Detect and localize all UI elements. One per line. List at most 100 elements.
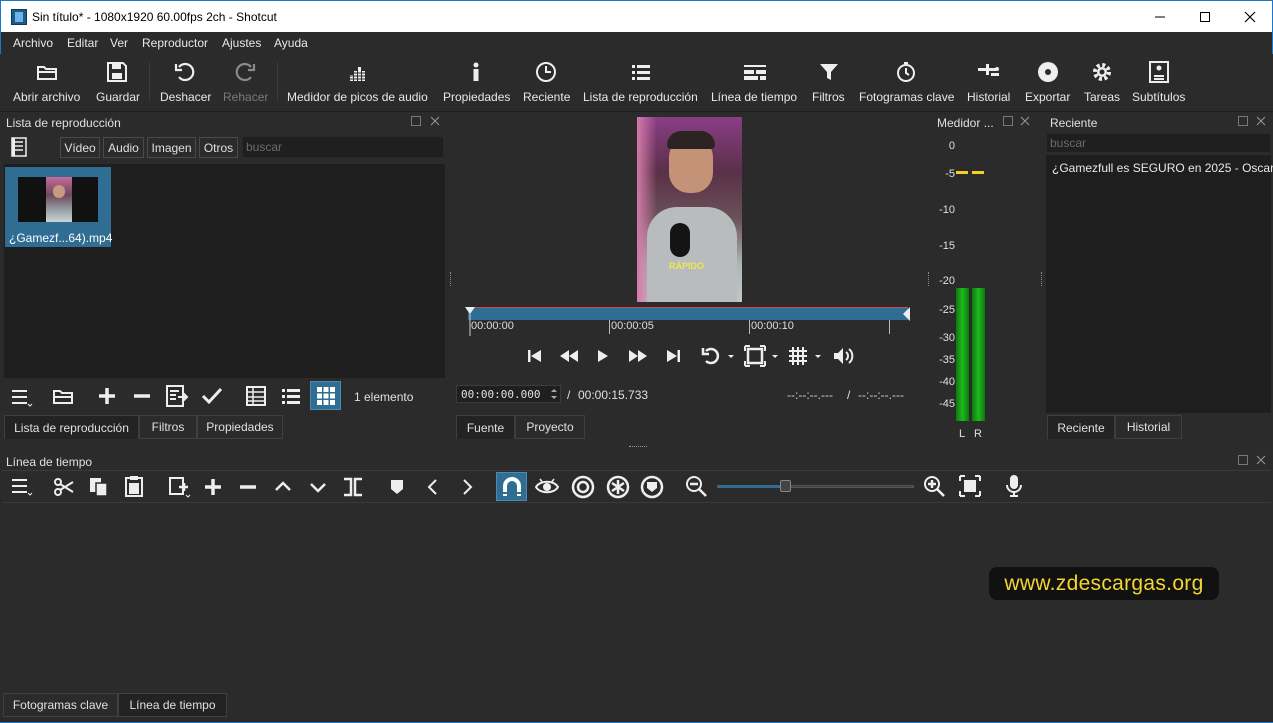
- float-panel-icon[interactable]: [1238, 455, 1248, 465]
- playlist-view-icon[interactable]: [9, 137, 29, 157]
- tab-source[interactable]: Fuente: [456, 415, 515, 439]
- remove-icon[interactable]: [238, 477, 258, 497]
- tab-playlist[interactable]: Lista de reproducción: [4, 415, 139, 439]
- checkmark-icon[interactable]: [201, 386, 223, 406]
- recent-search-input[interactable]: buscar: [1046, 133, 1271, 153]
- copy-icon[interactable]: [88, 476, 110, 498]
- update-clip-icon[interactable]: [165, 384, 189, 408]
- tab-history[interactable]: Historial: [1115, 415, 1182, 439]
- tab-keyframes[interactable]: Fotogramas clave: [3, 693, 118, 717]
- export-button[interactable]: Exportar: [1025, 54, 1071, 110]
- float-panel-icon[interactable]: [1003, 116, 1013, 126]
- save-button[interactable]: Guardar: [95, 54, 140, 110]
- previous-marker-icon[interactable]: [425, 478, 441, 496]
- filter-other-button[interactable]: Otros: [199, 137, 238, 158]
- peak-meter-button[interactable]: Medidor de picos de audio: [287, 54, 429, 110]
- next-marker-icon[interactable]: [459, 478, 475, 496]
- playlist-clip-item[interactable]: ¿Gamezf...64).mp4: [5, 167, 112, 247]
- rewind-icon[interactable]: [558, 347, 580, 365]
- undo-button[interactable]: Deshacer: [159, 54, 211, 110]
- menu-archivo[interactable]: Archivo: [13, 36, 53, 50]
- scrub-while-dragging-icon[interactable]: [535, 476, 559, 498]
- filter-image-button[interactable]: Imagen: [147, 137, 196, 158]
- out-point-marker[interactable]: [903, 307, 911, 321]
- subtitles-button[interactable]: Subtítulos: [1131, 54, 1187, 110]
- recent-button[interactable]: Reciente: [522, 54, 570, 110]
- close-panel-icon[interactable]: [1020, 116, 1030, 126]
- skip-previous-icon[interactable]: [526, 347, 544, 365]
- menu-ajustes[interactable]: Ajustes: [222, 36, 261, 50]
- menu-editar[interactable]: Editar: [67, 36, 98, 50]
- close-panel-icon[interactable]: [1256, 455, 1266, 465]
- maximize-button[interactable]: [1182, 1, 1228, 32]
- properties-button[interactable]: Propiedades: [443, 54, 510, 110]
- menu-reproductor[interactable]: Reproductor: [142, 36, 208, 50]
- add-icon[interactable]: [97, 386, 117, 406]
- skip-next-icon[interactable]: [664, 347, 682, 365]
- filter-audio-button[interactable]: Audio: [103, 137, 144, 158]
- splitter-handle[interactable]: [629, 446, 647, 448]
- splitter-handle[interactable]: [450, 272, 453, 286]
- history-button[interactable]: Historial: [966, 54, 1012, 110]
- ripple-markers-icon[interactable]: [640, 475, 664, 499]
- add-icon[interactable]: [203, 477, 223, 497]
- fast-forward-icon[interactable]: [627, 347, 649, 365]
- filters-button[interactable]: Filtros: [812, 54, 846, 110]
- splitter-handle[interactable]: [928, 272, 931, 286]
- tab-project[interactable]: Proyecto: [515, 415, 585, 439]
- open-folder-icon[interactable]: [52, 388, 74, 406]
- grid-overlay-icon[interactable]: [787, 345, 825, 367]
- zoom-slider-track[interactable]: [717, 485, 914, 488]
- playlist-search-input[interactable]: buscar: [242, 136, 444, 158]
- menu-icon[interactable]: [11, 388, 33, 408]
- zoom-fit-timeline-icon[interactable]: [959, 475, 981, 497]
- volume-icon[interactable]: [832, 345, 856, 367]
- zoom-slider-handle[interactable]: [780, 480, 791, 492]
- close-button[interactable]: [1227, 1, 1273, 32]
- playlist-button[interactable]: Lista de reproducción: [583, 54, 699, 110]
- overwrite-icon[interactable]: [309, 478, 327, 496]
- snap-toggle[interactable]: [496, 472, 527, 501]
- menu-ver[interactable]: Ver: [110, 36, 128, 50]
- zoom-out-icon[interactable]: [685, 475, 709, 499]
- cut-icon[interactable]: [53, 476, 75, 498]
- close-panel-icon[interactable]: [1256, 116, 1266, 126]
- close-panel-icon[interactable]: [430, 116, 440, 126]
- time-spinner-icon[interactable]: [549, 386, 559, 402]
- recent-list-item[interactable]: ¿Gamezfull es SEGURO en 2025 - Oscar...: [1052, 161, 1273, 175]
- open-file-button[interactable]: Abrir archivo: [12, 54, 82, 110]
- icon-view-toggle[interactable]: [310, 381, 341, 410]
- ripple-all-tracks-icon[interactable]: [606, 475, 630, 499]
- remove-icon[interactable]: [132, 386, 152, 406]
- list-view-icon[interactable]: [280, 386, 302, 406]
- player-scrubber[interactable]: 00:00:00 00:00:05 00:00:10: [465, 306, 910, 336]
- marker-icon[interactable]: [389, 478, 405, 496]
- record-audio-icon[interactable]: [1005, 474, 1023, 498]
- ripple-icon[interactable]: [571, 475, 595, 499]
- keyframes-button[interactable]: Fotogramas clave: [859, 54, 954, 110]
- menu-ayuda[interactable]: Ayuda: [274, 36, 308, 50]
- tab-filters[interactable]: Filtros: [139, 415, 197, 439]
- split-icon[interactable]: [342, 476, 364, 498]
- float-panel-icon[interactable]: [411, 116, 421, 126]
- redo-button[interactable]: Rehacer: [222, 54, 268, 110]
- current-time-field[interactable]: 00:00:00.000: [456, 385, 561, 403]
- append-icon[interactable]: [167, 475, 191, 499]
- play-icon[interactable]: [595, 347, 611, 365]
- video-preview[interactable]: RÁPIDO: [637, 117, 742, 302]
- float-panel-icon[interactable]: [1238, 116, 1248, 126]
- lift-icon[interactable]: [274, 478, 292, 496]
- paste-icon[interactable]: [123, 475, 145, 497]
- zoom-fit-icon[interactable]: [744, 345, 782, 367]
- loop-icon[interactable]: [700, 345, 738, 367]
- tab-properties[interactable]: Propiedades: [197, 415, 283, 439]
- tab-recent[interactable]: Reciente: [1047, 415, 1115, 439]
- timeline-button[interactable]: Línea de tiempo: [711, 54, 799, 110]
- splitter-handle[interactable]: [1041, 272, 1044, 286]
- details-view-icon[interactable]: [245, 385, 267, 407]
- tab-timeline[interactable]: Línea de tiempo: [118, 693, 227, 717]
- jobs-button[interactable]: Tareas: [1084, 54, 1120, 110]
- timeline-menu-icon[interactable]: [11, 476, 33, 498]
- zoom-in-icon[interactable]: [923, 475, 947, 499]
- minimize-button[interactable]: [1137, 1, 1183, 32]
